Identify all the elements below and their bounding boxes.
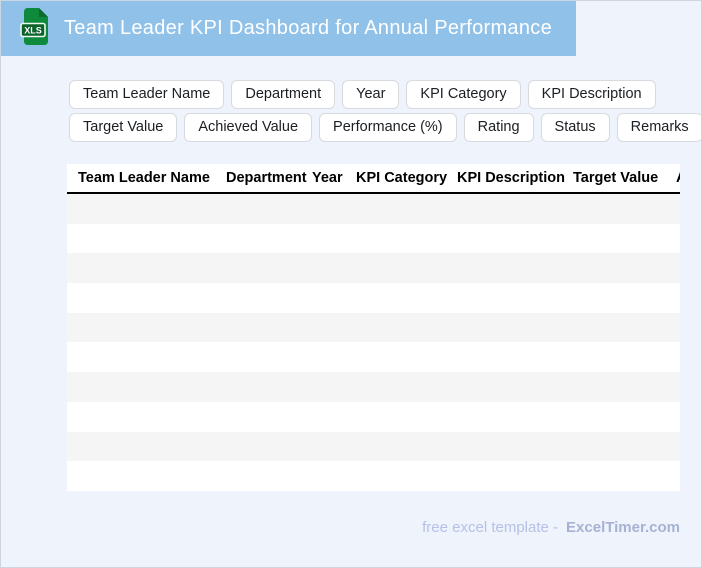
field-chip[interactable]: Status xyxy=(540,113,610,142)
chip-row-2: Target Value Achieved Value Performance (%… xyxy=(69,113,701,142)
table-row xyxy=(67,401,680,432)
footer-brand-link[interactable]: ExcelTimer.com xyxy=(566,519,680,536)
table-row xyxy=(67,312,680,343)
field-chip[interactable]: Team Leader Name xyxy=(69,80,225,109)
field-chip[interactable]: Year xyxy=(342,80,400,109)
footer-text: free excel template - xyxy=(422,519,559,536)
table-row xyxy=(67,372,680,402)
footer: free excel template - ExcelTimer.com xyxy=(422,519,680,536)
column-header-achieved-value: Achieved Value xyxy=(676,170,680,186)
kpi-table: Team Leader Name Department Year KPI Cat… xyxy=(67,164,680,491)
table-row xyxy=(67,342,680,373)
column-header-department: Department xyxy=(226,170,307,186)
field-chip[interactable]: Department xyxy=(231,80,336,109)
table-row xyxy=(67,283,680,313)
field-chip[interactable]: Remarks xyxy=(616,113,701,142)
titlebar: XLS Team Leader KPI Dashboard for Annual… xyxy=(1,1,576,56)
table-row xyxy=(67,253,680,284)
page-title: Team Leader KPI Dashboard for Annual Per… xyxy=(64,17,553,39)
field-chips: Team Leader Name Department Year KPI Catego… xyxy=(69,80,701,146)
table-row xyxy=(67,431,680,462)
field-chip[interactable]: KPI Description xyxy=(527,80,656,109)
chip-row-1: Team Leader Name Department Year KPI Catego… xyxy=(69,80,701,109)
field-chip[interactable]: Achieved Value xyxy=(184,113,313,142)
table-header-row: Team Leader Name Department Year KPI Cat… xyxy=(67,164,680,194)
table-row xyxy=(67,194,680,224)
column-header-kpi-description: KPI Description xyxy=(457,170,565,186)
table-row xyxy=(67,223,680,254)
field-chip[interactable]: KPI Category xyxy=(406,80,521,109)
field-chip[interactable]: Rating xyxy=(463,113,534,142)
column-header-kpi-category: KPI Category xyxy=(356,170,448,186)
table-row xyxy=(67,461,680,491)
table-body xyxy=(67,194,680,491)
column-header-target-value: Target Value xyxy=(573,170,659,186)
xls-file-icon: XLS xyxy=(20,7,50,50)
field-chip[interactable]: Performance (%) xyxy=(319,113,457,142)
column-header-team-leader-name: Team Leader Name xyxy=(78,170,210,186)
field-chip[interactable]: Target Value xyxy=(69,113,178,142)
column-header-year: Year xyxy=(312,170,343,186)
page: XLS Team Leader KPI Dashboard for Annual… xyxy=(0,0,702,568)
xls-icon-label: XLS xyxy=(24,26,42,36)
